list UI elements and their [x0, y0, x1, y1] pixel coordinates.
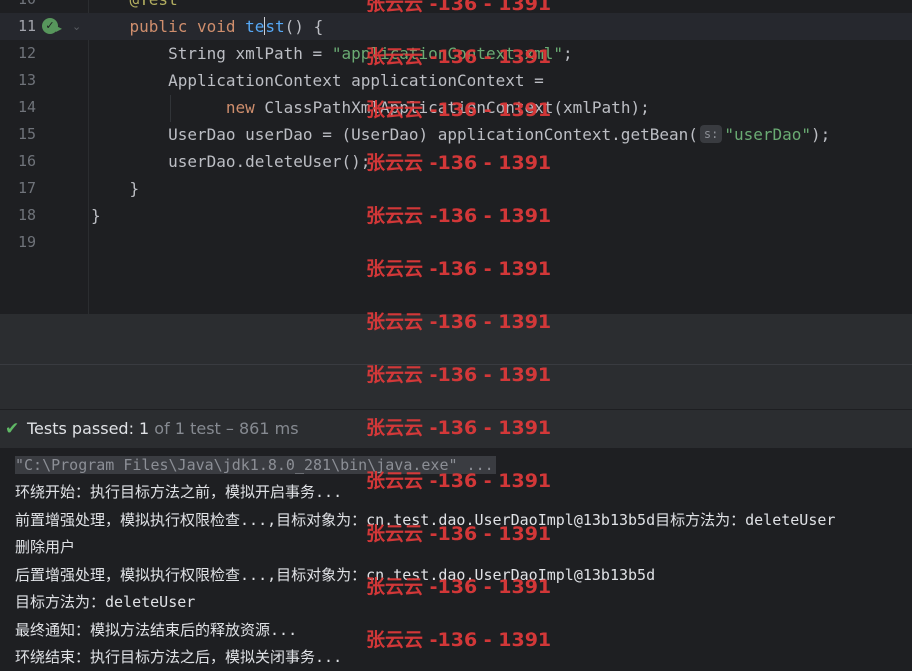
code-text: userDao.deleteUser(); [91, 148, 370, 175]
code-line[interactable]: 10 @Test [0, 0, 912, 13]
code-token: userDao.deleteUser(); [91, 152, 371, 171]
code-token: String xmlPath = [91, 44, 332, 63]
code-token: } [91, 206, 101, 225]
code-line[interactable]: 12 String xmlPath = "applicationContext.… [0, 40, 912, 67]
code-token: () { [284, 17, 324, 36]
code-text: UserDao userDao = (UserDao) applicationC… [91, 121, 830, 148]
line-number: 19 [17, 233, 36, 251]
code-token: te [245, 17, 265, 36]
panel-band [0, 314, 912, 364]
parameter-hint: s: [699, 125, 723, 143]
console-output-line: 环绕开始：执行目标方法之前，模拟开启事务... [15, 483, 343, 501]
check-icon: ✔ [5, 419, 20, 439]
panel-band [0, 364, 912, 410]
code-token: public [129, 17, 188, 36]
code-token: ); [811, 125, 831, 144]
code-token: @Test [130, 0, 178, 9]
line-number: 13 [17, 71, 36, 89]
line-number: 17 [17, 179, 36, 197]
test-status-bar: ✔ Tests passed: 1 of 1 test – 861 ms [0, 409, 912, 448]
code-text: new ClassPathXmlApplicationContext(xmlPa… [91, 94, 650, 121]
code-token: UserDao userDao = (UserDao) applicationC… [91, 125, 698, 144]
line-number: 16 [17, 152, 36, 170]
line-number: 11 [17, 17, 36, 35]
code-token: "userDao" [724, 125, 812, 144]
code-text: String xmlPath = "applicationContext.xml… [91, 40, 573, 67]
code-text: ApplicationContext applicationContext = [91, 67, 544, 94]
line-number: 15 [17, 125, 36, 143]
code-editor[interactable]: 10 @Test11✓▶⌄ public void test() {12 Str… [0, 0, 912, 314]
play-icon: ▶ [55, 24, 62, 33]
code-token: st [265, 17, 285, 36]
code-line[interactable]: 11 ✓ ▶ ⌄ public void test() { [0, 13, 912, 40]
code-token: } [91, 179, 140, 198]
run-test-icon[interactable]: ✓ ▶ [42, 18, 62, 34]
code-line[interactable]: 13 ApplicationContext applicationContext… [0, 67, 912, 94]
code-line[interactable]: 14 new ClassPathXmlApplicationContext(xm… [0, 94, 912, 121]
line-number: 14 [17, 98, 36, 116]
code-line[interactable]: 19 [0, 229, 912, 256]
console-output-line: 后置增强处理，模拟执行权限检查...,目标对象为：cn.test.dao.Use… [15, 565, 656, 584]
code-text: } [91, 202, 101, 229]
fold-icon[interactable]: ⌄ [72, 13, 81, 40]
line-number: 12 [17, 44, 36, 62]
console-output-line: 环绕结束：执行目标方法之后，模拟关闭事务... [15, 648, 343, 666]
code-text: public void test() { [91, 13, 323, 40]
code-line[interactable]: 18} [0, 202, 912, 229]
code-line[interactable]: 16 userDao.deleteUser(); [0, 148, 912, 175]
code-line[interactable]: 17 } [0, 175, 912, 202]
code-token: ApplicationContext applicationContext = [91, 71, 544, 90]
console-output-line: 最终通知：模拟方法结束后的释放资源... [15, 620, 298, 639]
console-output-line: 删除用户 [15, 538, 76, 556]
console-output-line: 目标方法为：deleteUser [15, 593, 196, 611]
code-token: "applicationContext.xml" [331, 44, 564, 63]
code-token: void [196, 17, 236, 36]
code-token: ClassPathXmlApplicationContext(xmlPath); [254, 98, 650, 117]
line-number: 10 [0, 0, 36, 13]
code-line[interactable]: 15 UserDao userDao = (UserDao) applicati… [0, 121, 912, 148]
code-token: ; [563, 44, 573, 63]
console-command-line[interactable]: "C:\Program Files\Java\jdk1.8.0_281\bin\… [15, 452, 496, 479]
code-token: new [225, 98, 255, 117]
test-status-label: Tests passed: 1 of 1 test – 861 ms [27, 419, 299, 438]
line-number: 18 [17, 206, 36, 224]
console-output-line: 前置增强处理，模拟执行权限检查...,目标对象为：cn.test.dao.Use… [15, 510, 836, 529]
code-text: @Test [91, 0, 178, 13]
run-console[interactable]: "C:\Program Files\Java\jdk1.8.0_281\bin\… [0, 448, 912, 669]
code-text: } [91, 175, 140, 202]
